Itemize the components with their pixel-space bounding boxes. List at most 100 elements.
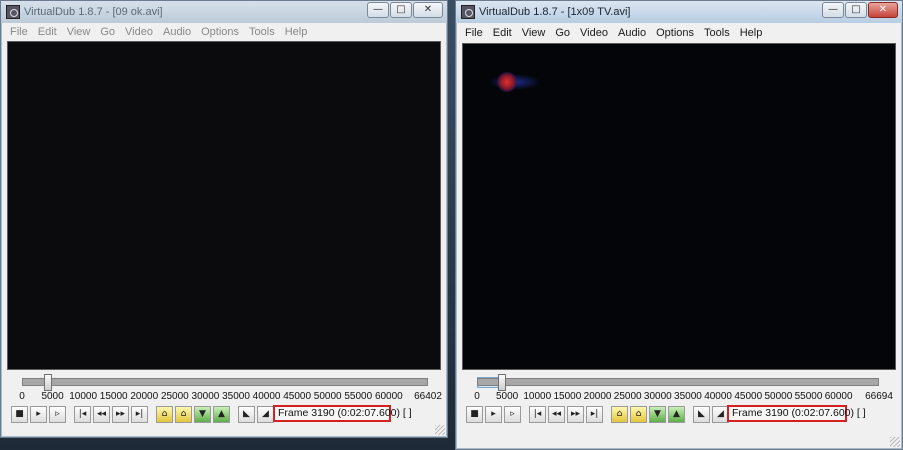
window-title: VirtualDub 1.8.7 - [09 ok.avi] — [24, 6, 163, 18]
play-output-icon[interactable]: ▹ — [504, 406, 521, 423]
menu-help[interactable]: Help — [735, 27, 768, 39]
tick-label: 50000 — [764, 391, 793, 402]
go-start-icon[interactable]: |◂ — [74, 406, 91, 423]
tick-label: 5000 — [41, 391, 64, 402]
menu-file[interactable]: File — [5, 26, 33, 38]
prev-frame-icon[interactable]: ◂◂ — [93, 406, 110, 423]
tick-label: 30000 — [191, 391, 220, 402]
prev-keyframe-icon[interactable]: ⌂ — [611, 406, 628, 423]
next-scene-icon[interactable]: ▲ — [213, 406, 230, 423]
virtualdub-window-right[interactable]: VirtualDub 1.8.7 - [1x09 TV.avi] — □ ✕ F… — [455, 0, 903, 450]
go-end-icon[interactable]: ▸| — [586, 406, 603, 423]
tick-label: 45000 — [283, 391, 312, 402]
menu-edit[interactable]: Edit — [488, 27, 517, 39]
resize-grip[interactable] — [435, 425, 445, 435]
tick-label: 10000 — [69, 391, 98, 402]
tick-label: 66694 — [865, 391, 893, 402]
next-scene-icon[interactable]: ▲ — [668, 406, 685, 423]
tick-label: 0 — [474, 391, 480, 402]
play-input-icon[interactable]: ▸ — [485, 406, 502, 423]
go-end-icon[interactable]: ▸| — [131, 406, 148, 423]
menu-go[interactable]: Go — [550, 27, 575, 39]
frame-status[interactable]: Frame 3190 (0:02:07.600) [ ] — [273, 405, 412, 422]
virtualdub-app-icon[interactable] — [461, 5, 475, 19]
resize-grip[interactable] — [890, 437, 900, 447]
tick-label: 15000 — [553, 391, 582, 402]
tick-label: 20000 — [130, 391, 159, 402]
virtualdub-app-icon[interactable] — [6, 5, 20, 19]
timeline-ticks: 0 5000 10000 15000 20000 25000 30000 35000 40000… — [474, 391, 893, 403]
tick-label: 55000 — [344, 391, 373, 402]
menu-file[interactable]: File — [460, 27, 488, 39]
mark-in-icon[interactable]: ◣ — [238, 406, 255, 423]
next-frame-icon[interactable]: ▸▸ — [112, 406, 129, 423]
tick-label: 10000 — [523, 391, 552, 402]
close-button[interactable]: ✕ — [868, 2, 898, 18]
next-keyframe-icon[interactable]: ⌂ — [175, 406, 192, 423]
tick-label: 40000 — [252, 391, 281, 402]
tick-label: 0 — [19, 391, 25, 402]
tick-label: 55000 — [794, 391, 823, 402]
tick-label: 45000 — [734, 391, 763, 402]
menu-video[interactable]: Video — [120, 26, 158, 38]
frame-status[interactable]: Frame 3190 (0:02:07.600) [ ] — [727, 405, 866, 422]
menu-tools[interactable]: Tools — [699, 27, 735, 39]
menu-view[interactable]: View — [517, 27, 551, 39]
video-pane — [462, 43, 896, 370]
window-title: VirtualDub 1.8.7 - [1x09 TV.avi] — [479, 6, 631, 18]
position-trackbar[interactable] — [22, 378, 428, 386]
tick-label: 20000 — [583, 391, 612, 402]
video-artifact-red — [497, 72, 517, 92]
mark-in-icon[interactable]: ◣ — [693, 406, 710, 423]
go-start-icon[interactable]: |◂ — [529, 406, 546, 423]
menu-audio[interactable]: Audio — [613, 27, 651, 39]
stop-icon[interactable]: ■ — [466, 406, 483, 423]
title-bar[interactable]: VirtualDub 1.8.7 - [1x09 TV.avi] — □ ✕ — [456, 1, 902, 23]
position-slider-thumb[interactable] — [498, 374, 507, 391]
menu-help[interactable]: Help — [280, 26, 313, 38]
virtualdub-window-left[interactable]: VirtualDub 1.8.7 - [09 ok.avi] — □ ✕ Fil… — [0, 0, 448, 438]
position-trackbar[interactable] — [477, 378, 879, 386]
maximize-button[interactable]: □ — [390, 2, 412, 18]
menu-video[interactable]: Video — [575, 27, 613, 39]
menu-bar: File Edit View Go Video Audio Options To… — [5, 23, 443, 40]
menu-view[interactable]: View — [62, 26, 96, 38]
position-slider-thumb[interactable] — [43, 374, 52, 391]
toolbar: ■ ▸ ▹ |◂ ◂◂ ▸▸ ▸| ⌂ ⌂ ▼ ▲ ◣ ◢ — [466, 406, 731, 424]
prev-frame-icon[interactable]: ◂◂ — [548, 406, 565, 423]
menu-options[interactable]: Options — [651, 27, 699, 39]
timeline-ticks: 0 5000 10000 15000 20000 25000 30000 35000 40000… — [19, 391, 442, 403]
close-button[interactable]: ✕ — [413, 2, 443, 18]
toolbar: ■ ▸ ▹ |◂ ◂◂ ▸▸ ▸| ⌂ ⌂ ▼ ▲ ◣ ◢ — [11, 406, 276, 424]
tick-label: 60000 — [824, 391, 853, 402]
stop-icon[interactable]: ■ — [11, 406, 28, 423]
play-input-icon[interactable]: ▸ — [30, 406, 47, 423]
menu-tools[interactable]: Tools — [244, 26, 280, 38]
tick-label: 35000 — [674, 391, 702, 402]
menu-options[interactable]: Options — [196, 26, 244, 38]
menu-go[interactable]: Go — [95, 26, 120, 38]
menu-audio[interactable]: Audio — [158, 26, 196, 38]
prev-scene-icon[interactable]: ▼ — [194, 406, 211, 423]
prev-scene-icon[interactable]: ▼ — [649, 406, 666, 423]
mark-out-icon[interactable]: ◢ — [257, 406, 274, 423]
menu-bar: File Edit View Go Video Audio Options To… — [460, 24, 898, 41]
tick-label: 60000 — [374, 391, 403, 402]
minimize-button[interactable]: — — [822, 2, 844, 18]
tick-label: 50000 — [313, 391, 342, 402]
video-pane — [7, 41, 441, 370]
minimize-button[interactable]: — — [367, 2, 389, 18]
play-output-icon[interactable]: ▹ — [49, 406, 66, 423]
tick-label: 5000 — [496, 391, 519, 402]
tick-label: 66402 — [414, 391, 442, 402]
tick-label: 25000 — [613, 391, 642, 402]
prev-keyframe-icon[interactable]: ⌂ — [156, 406, 173, 423]
title-bar[interactable]: VirtualDub 1.8.7 - [09 ok.avi] — □ ✕ — [1, 1, 447, 23]
tick-label: 35000 — [222, 391, 250, 402]
tick-label: 40000 — [704, 391, 732, 402]
maximize-button[interactable]: □ — [845, 2, 867, 18]
next-frame-icon[interactable]: ▸▸ — [567, 406, 584, 423]
tick-label: 15000 — [99, 391, 128, 402]
next-keyframe-icon[interactable]: ⌂ — [630, 406, 647, 423]
menu-edit[interactable]: Edit — [33, 26, 62, 38]
